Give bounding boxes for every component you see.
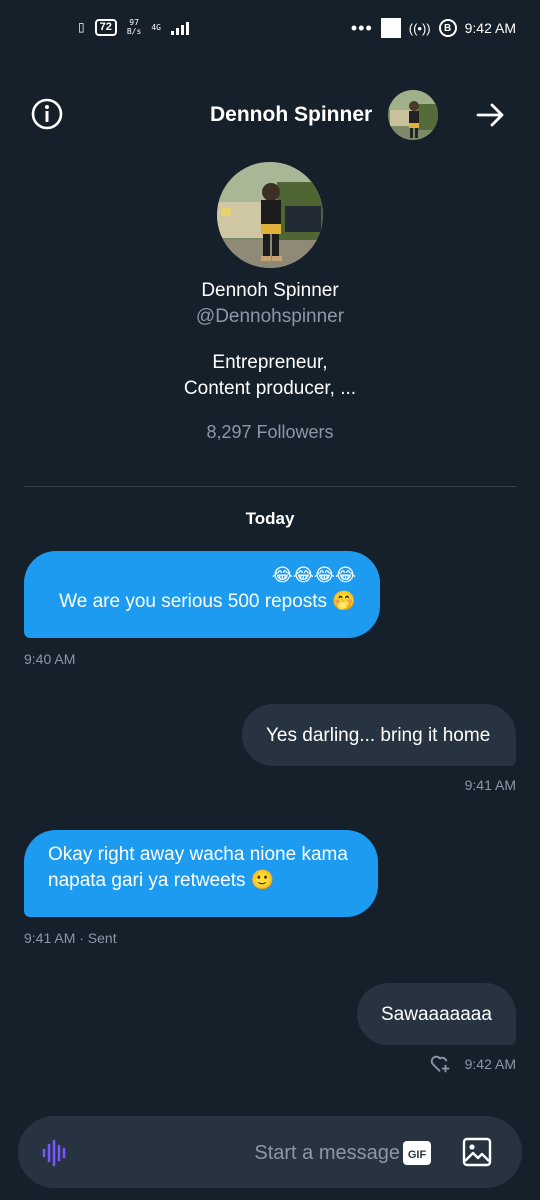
message-bubble-received[interactable]: Okay right away wacha nione kama napata … [24,830,378,917]
net-speed-unit: B/s [126,27,142,36]
message-input[interactable] [168,1140,400,1166]
message-timestamp: 9:40 AM [24,651,76,667]
message-composer: GIF [18,1116,522,1188]
profile-bio-line: Content producer, ... [183,378,357,399]
profile-bio-line: Entrepreneur, [212,352,328,373]
status-bar: ▯ 72 97 B/s 4G ••• ((•)) B 9:42 AM [0,0,540,60]
hotspot-icon: ((•)) [408,20,431,36]
profile-avatar[interactable] [217,162,323,268]
status-left: ▯ 72 97 B/s 4G [78,18,189,36]
image-icon[interactable] [461,1136,493,1168]
message-bubble-sent[interactable]: Yes darling... bring it home [242,704,516,766]
arrow-right-icon[interactable] [474,98,508,132]
network-type: 4G [151,22,161,32]
profile-name: Dennoh Spinner [201,280,339,301]
message-text: napata gari ya retweets 🙂 [48,870,275,891]
overflow-dots-icon: ••• [350,18,373,38]
battery-indicator: 72 [94,18,117,36]
date-divider: Today [245,509,295,528]
b-badge-icon: B [438,19,457,37]
message-timestamp: 9:42 AM [464,1056,516,1072]
signal-icon [170,19,189,35]
message-bubble-received[interactable]: 😂😂😂😂 We are you serious 500 reposts 🤭 [24,551,380,638]
info-icon[interactable] [30,97,64,131]
status-right: ••• ((•)) B 9:42 AM [351,18,516,38]
conversation-header: Dennoh Spinner [0,86,540,142]
vibrate-icon: ▯ [78,20,85,34]
status-time: 9:42 AM [464,20,516,36]
message-timestamp: 9:41 AM [464,777,516,793]
net-speed-value: 97 [129,18,139,27]
message-text: Yes darling... bring it home [266,725,491,746]
notification-icon [380,18,401,38]
voice-wave-icon[interactable] [40,1137,72,1169]
profile-summary: Dennoh Spinner @Dennohspinner Entreprene… [0,160,540,443]
heart-plus-icon[interactable] [428,1053,452,1075]
message-text: Okay right away wacha nione kama [48,844,348,865]
gif-icon[interactable]: GIF [401,1137,433,1169]
followers-count[interactable]: 8,297 Followers [0,422,540,443]
message-text: We are you serious 500 reposts 🤭 [59,591,356,612]
message-text: 😂😂😂😂 [271,565,356,586]
profile-bio: Entrepreneur, Content producer, ... [0,350,540,402]
message-text: Sawaaaaaaa [381,1004,492,1025]
message-timestamp: 9:41 AM · Sent [24,930,117,946]
message-bubble-sent[interactable]: Sawaaaaaaa [357,983,516,1045]
profile-handle: @Dennohspinner [195,306,345,327]
network-speed: 97 B/s [127,18,141,36]
divider [24,486,516,487]
gif-label: GIF [408,1149,427,1161]
header-avatar[interactable] [388,90,438,140]
header-title[interactable]: Dennoh Spinner [210,103,372,127]
